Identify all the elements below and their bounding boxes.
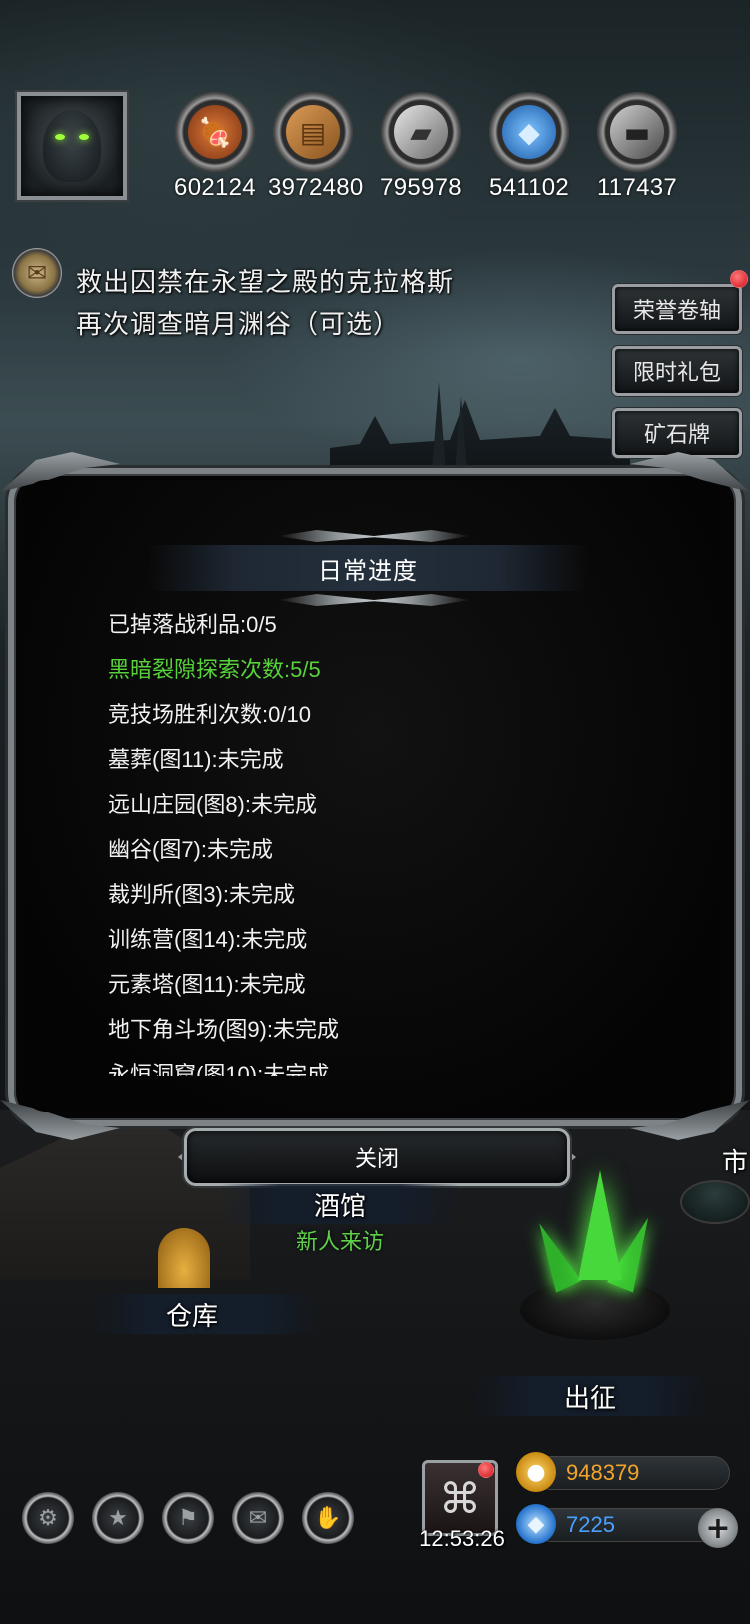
quest-main[interactable]: 救出囚禁在永望之殿的克拉格斯 (76, 262, 454, 299)
progress-item: 已掉落战利品:0/5 (108, 612, 277, 637)
progress-item: 远山庄园(图8):未完成 (108, 792, 318, 817)
expedition-label[interactable]: 出征 (564, 1378, 616, 1415)
resource-stone-value: 117437 (596, 174, 678, 201)
progress-item: 墓葬(图11):未完成 (108, 747, 284, 772)
spire (432, 382, 446, 472)
progress-item: 训练营(图14):未完成 (108, 927, 308, 952)
gem-icon: ◆ (516, 1504, 556, 1544)
daily-progress-list[interactable]: 已掉落战利品:0/5 黑暗裂隙探索次数:5/5 竞技场胜利次数:0/10 墓葬(… (108, 602, 668, 1076)
notification-dot (730, 270, 748, 288)
stone-icon: ▬ (597, 92, 677, 172)
resource-stone[interactable]: ▬ 117437 (592, 92, 682, 202)
avatar-eye (79, 134, 89, 140)
quest-optional[interactable]: 再次调查暗月渊谷（可选） (76, 304, 400, 341)
resource-crystal[interactable]: ◆ 541102 (484, 92, 574, 202)
resource-meat[interactable]: 🍖 602124 (170, 92, 260, 202)
crystal-icon: ◆ (489, 92, 569, 172)
gold-value: 948379 (566, 1460, 640, 1485)
progress-item: 地下角斗场(图9):未完成 (108, 1017, 340, 1042)
progress-item: 竞技场胜利次数:0/10 (108, 702, 311, 727)
limited-pack-button[interactable]: 限时礼包 (612, 346, 742, 396)
gold-coins-icon: ● (516, 1452, 556, 1492)
progress-item: 元素塔(图11):未完成 (108, 972, 306, 997)
warehouse-door (158, 1228, 210, 1288)
honor-scroll-button[interactable]: 荣誉卷轴 (612, 284, 742, 334)
warehouse-label[interactable]: 仓库 (166, 1296, 218, 1333)
close-button[interactable]: 关闭 (184, 1128, 570, 1186)
settings-icon[interactable]: ⚙ (22, 1492, 74, 1544)
countdown-timer: 12:53:26 (419, 1526, 505, 1551)
crystal-base (520, 1280, 670, 1340)
tavern-new-visitor[interactable]: 新人来访 (296, 1224, 384, 1256)
resource-wood-value: 3972480 (268, 174, 364, 201)
quest-scroll-icon[interactable]: ✉ (12, 248, 62, 298)
avatar-face (43, 110, 101, 182)
mail-icon[interactable]: ✉ (232, 1492, 284, 1544)
resource-wood[interactable]: ▤ 3972480 (268, 92, 364, 202)
achievement-star-icon[interactable]: ★ (92, 1492, 144, 1544)
gem-value: 7225 (566, 1512, 615, 1537)
progress-item: 幽谷(图7):未完成 (108, 837, 274, 862)
progress-item-completed: 黑暗裂隙探索次数:5/5 (108, 657, 321, 682)
tavern-label[interactable]: 酒馆 (314, 1186, 366, 1223)
modal-title: 日常进度 (148, 545, 588, 591)
resource-iron-value: 795978 (380, 174, 462, 201)
wood-icon: ▤ (273, 92, 353, 172)
add-gems-button[interactable]: + (698, 1508, 738, 1548)
guild-banner-icon[interactable]: ⚑ (162, 1492, 214, 1544)
resource-meat-value: 602124 (174, 174, 256, 201)
resource-crystal-value: 541102 (488, 174, 570, 201)
cauldron-icon[interactable] (680, 1180, 750, 1224)
handshake-icon[interactable]: ✋ (302, 1492, 354, 1544)
player-avatar[interactable] (15, 90, 129, 202)
resource-iron[interactable]: ▰ 795978 (376, 92, 466, 202)
avatar-eye (55, 134, 65, 140)
market-label[interactable]: 市 (722, 1142, 748, 1179)
progress-item: 永恒洞窟(图10):未完成 (108, 1062, 330, 1076)
expedition-crystal[interactable] (520, 1170, 670, 1340)
gift-notification-dot (478, 1462, 494, 1478)
progress-item: 裁判所(图3):未完成 (108, 882, 296, 907)
crystal-shard (526, 1217, 582, 1293)
ore-plate-button[interactable]: 矿石牌 (612, 408, 742, 458)
crystal-shard (578, 1170, 622, 1280)
iron-icon: ▰ (381, 92, 461, 172)
meat-icon: 🍖 (175, 92, 255, 172)
